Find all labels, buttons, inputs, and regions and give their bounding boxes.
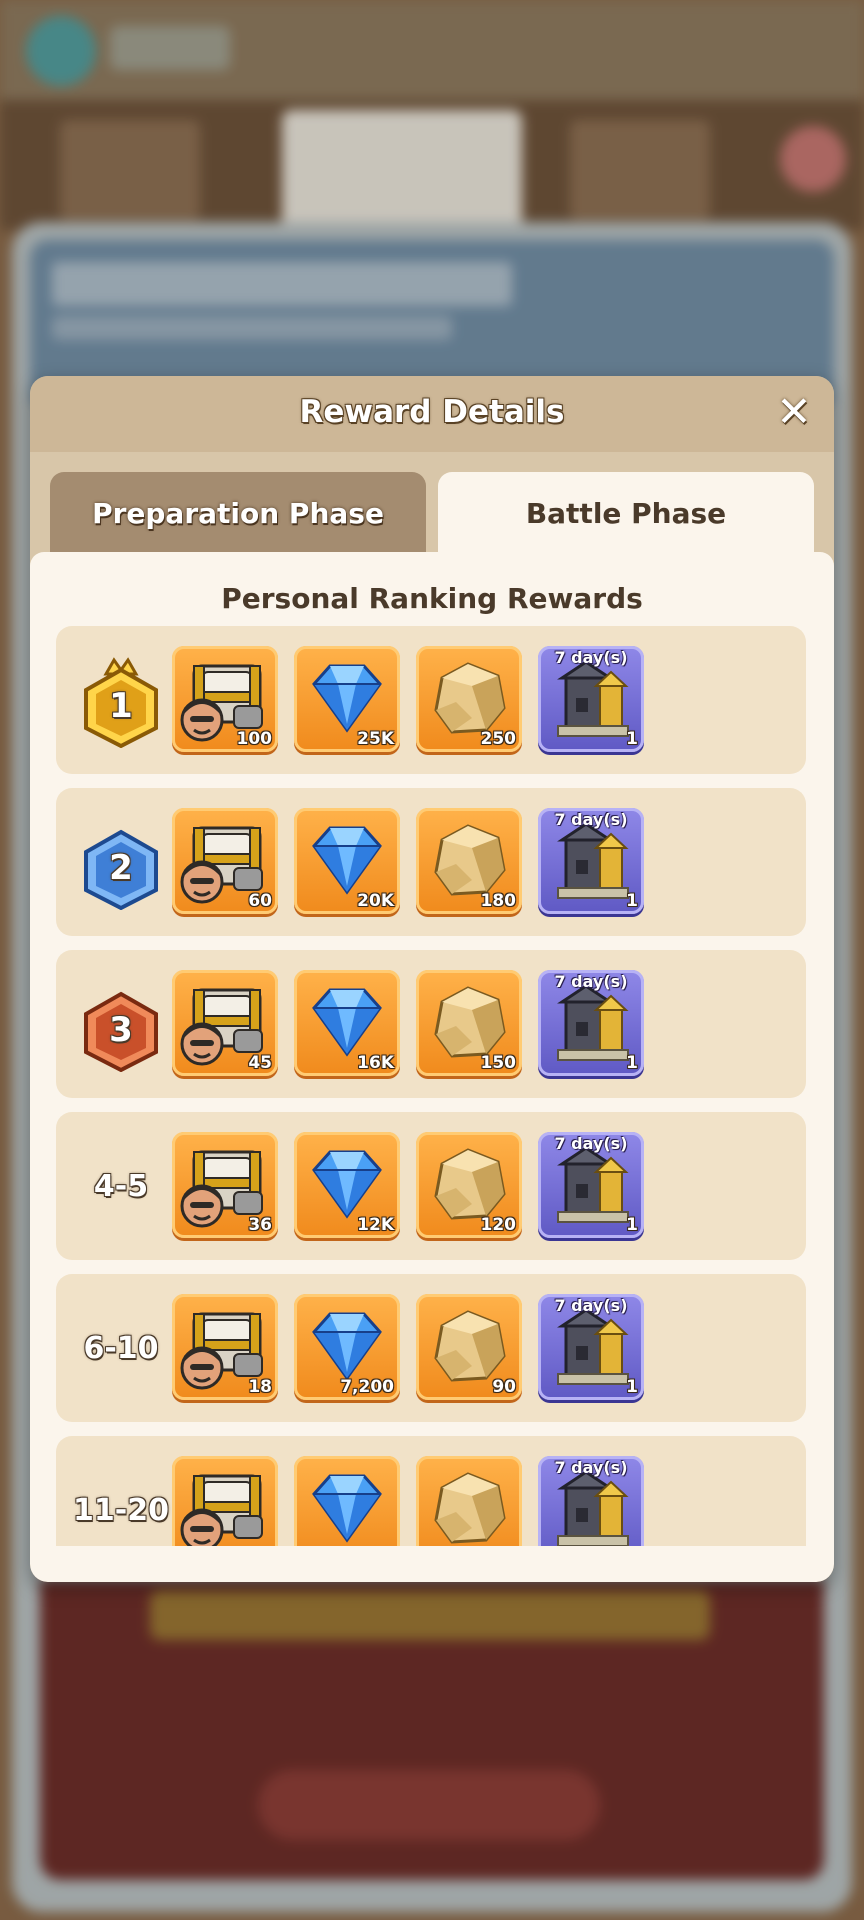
tab-battle-phase[interactable]: Battle Phase <box>438 472 814 556</box>
item-quantity: 120 <box>480 1215 517 1235</box>
dialog-title: Reward Details <box>299 394 565 430</box>
chest-reward-item[interactable]: 45 <box>172 970 278 1076</box>
item-quantity: 18 <box>248 1377 272 1397</box>
gold-reward-item[interactable]: 250 <box>416 646 522 752</box>
rank-range: 4-5 <box>93 1168 149 1204</box>
rank-range: 11-20 <box>73 1492 169 1528</box>
item-quantity: 7,200 <box>340 1377 394 1397</box>
buff-duration-label: 7 day(s) <box>554 972 628 991</box>
buff-reward-item[interactable]: 7 day(s) <box>538 1456 644 1546</box>
item-quantity: 45 <box>248 1053 272 1073</box>
gold-reward-item[interactable]: 120 <box>416 1132 522 1238</box>
gem-reward-item[interactable]: 20K <box>294 808 400 914</box>
section-title: Personal Ranking Rewards <box>221 582 643 615</box>
buff-reward-item[interactable]: 7 day(s) 1 <box>538 1132 644 1238</box>
chest-reward-item[interactable]: 60 <box>172 808 278 914</box>
item-quantity: 250 <box>480 729 517 749</box>
item-quantity: 100 <box>236 729 273 749</box>
buff-duration-label: 7 day(s) <box>554 1458 628 1477</box>
item-quantity: 150 <box>480 1053 517 1073</box>
gem-reward-item[interactable]: 16K <box>294 970 400 1076</box>
buff-reward-item[interactable]: 7 day(s) 1 <box>538 970 644 1076</box>
item-quantity: 60 <box>248 891 272 911</box>
reward-row: 3 45 16K 150 7 day(s) 1 <box>56 950 806 1098</box>
item-quantity: 12K <box>357 1215 394 1235</box>
gem-reward-item[interactable]: 12K <box>294 1132 400 1238</box>
rank-badge: 11-20 <box>70 1458 172 1546</box>
chest-reward-item[interactable] <box>172 1456 278 1546</box>
gold-reward-item[interactable] <box>416 1456 522 1546</box>
gold-reward-item[interactable]: 180 <box>416 808 522 914</box>
item-quantity: 25K <box>357 729 394 749</box>
gem-reward-item[interactable]: 25K <box>294 646 400 752</box>
reward-row: 6-10 18 7,200 90 7 day(s) 1 <box>56 1274 806 1422</box>
item-quantity: 1 <box>626 729 638 749</box>
item-quantity: 36 <box>248 1215 272 1235</box>
chest-reward-item[interactable]: 100 <box>172 646 278 752</box>
rank-number: 1 <box>109 686 133 726</box>
rank-badge: 4-5 <box>70 1134 172 1238</box>
reward-list[interactable]: 1 100 25K 250 7 day(s) 1 2 60 20K 180 7 … <box>30 626 834 1546</box>
rank-range: 6-10 <box>83 1330 159 1366</box>
reward-row: 1 100 25K 250 7 day(s) 1 <box>56 626 806 774</box>
buff-reward-item[interactable]: 7 day(s) 1 <box>538 646 644 752</box>
buff-reward-item[interactable]: 7 day(s) 1 <box>538 1294 644 1400</box>
rank-badge: 1 <box>70 648 172 752</box>
item-quantity: 20K <box>357 891 394 911</box>
item-quantity: 90 <box>492 1377 516 1397</box>
reward-row: 2 60 20K 180 7 day(s) 1 <box>56 788 806 936</box>
chest-reward-item[interactable]: 36 <box>172 1132 278 1238</box>
rank-number: 2 <box>109 848 133 888</box>
rank-badge: 6-10 <box>70 1296 172 1400</box>
rank-badge: 2 <box>70 810 172 914</box>
rank-number: 3 <box>109 1010 133 1050</box>
chest-reward-item[interactable]: 18 <box>172 1294 278 1400</box>
tab-preparation-phase[interactable]: Preparation Phase <box>50 472 426 556</box>
gem-reward-item[interactable] <box>294 1456 400 1546</box>
item-quantity: 16K <box>357 1053 394 1073</box>
buff-duration-label: 7 day(s) <box>554 810 628 829</box>
rank-badge: 3 <box>70 972 172 1076</box>
buff-duration-label: 7 day(s) <box>554 1134 628 1153</box>
item-quantity: 180 <box>480 891 517 911</box>
gold-reward-item[interactable]: 150 <box>416 970 522 1076</box>
reward-row: 4-5 36 12K 120 7 day(s) 1 <box>56 1112 806 1260</box>
gem-reward-item[interactable]: 7,200 <box>294 1294 400 1400</box>
item-quantity: 1 <box>626 1053 638 1073</box>
reward-row: 11-20 7 day(s) <box>56 1436 806 1546</box>
buff-duration-label: 7 day(s) <box>554 1296 628 1315</box>
item-quantity: 1 <box>626 891 638 911</box>
item-quantity: 1 <box>626 1215 638 1235</box>
buff-duration-label: 7 day(s) <box>554 648 628 667</box>
reward-details-dialog: Reward Details ✕ Preparation Phase Battl… <box>30 376 834 1582</box>
close-icon[interactable]: ✕ <box>772 391 816 436</box>
buff-reward-item[interactable]: 7 day(s) 1 <box>538 808 644 914</box>
gold-reward-item[interactable]: 90 <box>416 1294 522 1400</box>
item-quantity: 1 <box>626 1377 638 1397</box>
